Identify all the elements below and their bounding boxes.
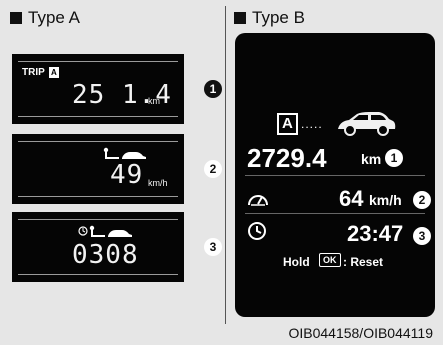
trip-letter-box: A — [277, 113, 298, 135]
trip-letter-box: A — [49, 67, 59, 78]
type-a-time-display: 0308 3 — [12, 212, 222, 282]
trip-unit: km — [148, 96, 160, 106]
type-a-trip-display: TRIP A 25 1.4 km 1 — [12, 54, 222, 124]
speed-unit: km/h — [369, 192, 402, 208]
callout-badge-2: 2 — [204, 160, 222, 178]
fuel-car-icon — [103, 147, 146, 159]
speed-value: 64 — [339, 186, 364, 211]
dotted-leader: ..... — [301, 117, 323, 131]
car-icon — [338, 112, 396, 136]
callout-badge-1: 1 — [204, 80, 222, 98]
speedometer-icon — [248, 195, 268, 206]
callout-badge-3: 3 — [413, 227, 431, 245]
clock-icon — [248, 222, 266, 240]
hold-suffix: : Reset — [343, 255, 384, 269]
callout-badge-3: 3 — [204, 238, 222, 256]
hold-prefix: Hold — [283, 255, 310, 269]
type-a-speed-display: 49 km/h 2 — [12, 134, 222, 204]
vertical-divider — [225, 6, 226, 324]
lcd-bottom-line — [18, 196, 178, 197]
lcd-top-line — [18, 61, 178, 62]
time-value: 23:47 — [347, 221, 404, 246]
type-a-label: Type A — [28, 8, 80, 27]
bullet-square-icon — [234, 12, 246, 24]
clock-fuel-car-icon — [78, 225, 132, 237]
trip-label: TRIP — [22, 67, 45, 78]
lcd-top-line — [18, 219, 178, 220]
lcd-top-line — [18, 141, 178, 142]
figure-code: OIB044158/OIB044119 — [288, 325, 433, 341]
type-b-display: A ..... 2729.4 km 1 64 km/h 2 23:47 3 Ho… — [235, 33, 435, 317]
speed-unit: km/h — [148, 178, 168, 188]
speed-value: 49 — [110, 160, 144, 190]
time-value: 0308 — [72, 240, 139, 270]
distance-value: 2729.4 — [247, 143, 327, 173]
separator-line — [245, 175, 425, 176]
type-b-header: Type B — [234, 8, 305, 28]
type-a-header: Type A — [10, 8, 80, 28]
type-b-label: Type B — [252, 8, 305, 27]
callout-badge-2: 2 — [413, 191, 431, 209]
bullet-square-icon — [10, 12, 22, 24]
callout-badge-1: 1 — [385, 149, 403, 167]
ok-key-icon: OK — [319, 253, 341, 267]
lcd-bottom-line — [18, 274, 178, 275]
separator-line — [245, 213, 425, 214]
distance-unit: km — [361, 151, 382, 167]
lcd-bottom-line — [18, 116, 178, 117]
